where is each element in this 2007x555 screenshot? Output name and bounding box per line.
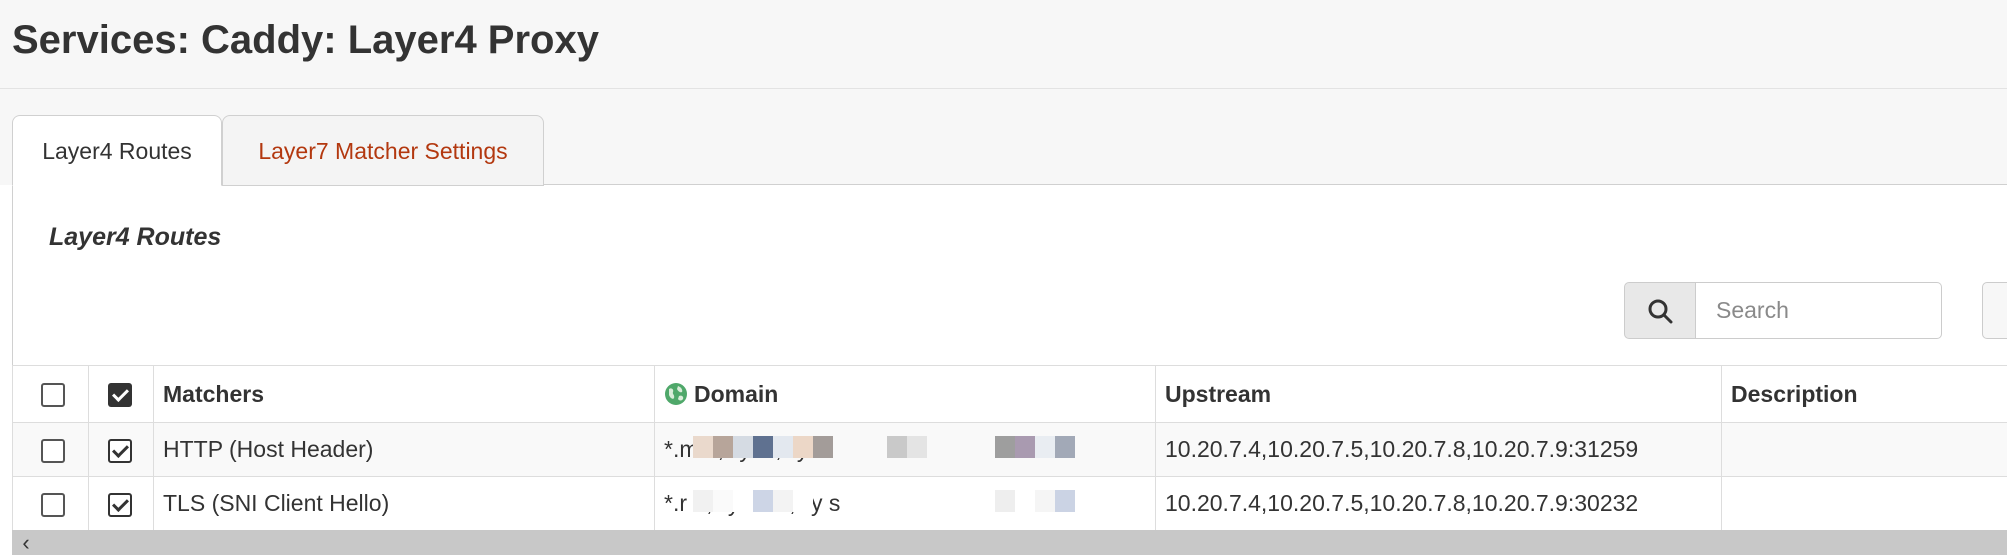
row-upstream: 10.20.7.4,10.20.7.5,10.20.7.8,10.20.7.9:… (1155, 422, 1722, 477)
row-enabled-checkbox[interactable] (108, 492, 132, 517)
row-upstream: 10.20.7.4,10.20.7.5,10.20.7.8,10.20.7.9:… (1155, 476, 1722, 531)
routes-table: Matchers Domain Upstream Description HTT… (12, 365, 2007, 531)
row-select-checkbox[interactable] (41, 438, 65, 463)
redacted-text (995, 490, 1075, 512)
redacted-text (995, 436, 1075, 458)
table-header-row: Matchers Domain Upstream Description (12, 365, 2007, 423)
row-select-checkbox[interactable] (41, 492, 65, 517)
column-header-upstream[interactable]: Upstream (1155, 365, 1722, 423)
row-enabled-cell (88, 476, 154, 531)
page-title: Services: Caddy: Layer4 Proxy (12, 18, 599, 62)
row-domain: *.m n,*.y ai,*.y s (654, 422, 1156, 477)
tab-layer7-matcher-settings[interactable]: Layer7 Matcher Settings (222, 115, 544, 186)
column-header-domain[interactable]: Domain (654, 365, 1156, 423)
row-select-cell (12, 476, 89, 531)
row-matchers: TLS (SNI Client Hello) (153, 476, 655, 531)
search-group (1624, 282, 1942, 339)
search-button[interactable] (1624, 282, 1696, 339)
search-input[interactable] (1696, 282, 1942, 339)
row-enabled-checkbox[interactable] (108, 438, 132, 463)
redacted-text (693, 490, 813, 512)
row-description (1721, 422, 2007, 477)
row-domain: *.r n,*.yoo ai,*.y s (654, 476, 1156, 531)
row-description (1721, 476, 2007, 531)
row-select-cell (12, 422, 89, 477)
row-matchers: HTTP (Host Header) (153, 422, 655, 477)
select-all-header (12, 365, 89, 423)
enabled-header (88, 365, 154, 423)
redacted-text (887, 436, 927, 458)
page-header: Services: Caddy: Layer4 Proxy (0, 0, 2007, 89)
redacted-text (693, 436, 833, 458)
horizontal-scrollbar[interactable]: ‹ (12, 530, 2007, 555)
search-icon (1648, 299, 1673, 323)
tab-layer4-routes[interactable]: Layer4 Routes (12, 115, 222, 186)
section-title: Layer4 Routes (49, 223, 222, 251)
column-header-domain-label: Domain (694, 380, 779, 407)
column-header-matchers[interactable]: Matchers (153, 365, 655, 423)
table-row[interactable]: HTTP (Host Header) *.m n,*.y ai,*.y s 10… (12, 422, 2007, 477)
column-header-description[interactable]: Description (1721, 365, 2007, 423)
scroll-left-icon[interactable]: ‹ (12, 530, 40, 555)
toolbar-button-partial[interactable] (1982, 282, 2007, 339)
enabled-column-checkbox[interactable] (108, 383, 132, 408)
globe-icon (665, 382, 687, 405)
select-all-checkbox[interactable] (41, 383, 65, 408)
row-enabled-cell (88, 422, 154, 477)
table-row[interactable]: TLS (SNI Client Hello) *.r n,*.yoo ai,*.… (12, 476, 2007, 531)
